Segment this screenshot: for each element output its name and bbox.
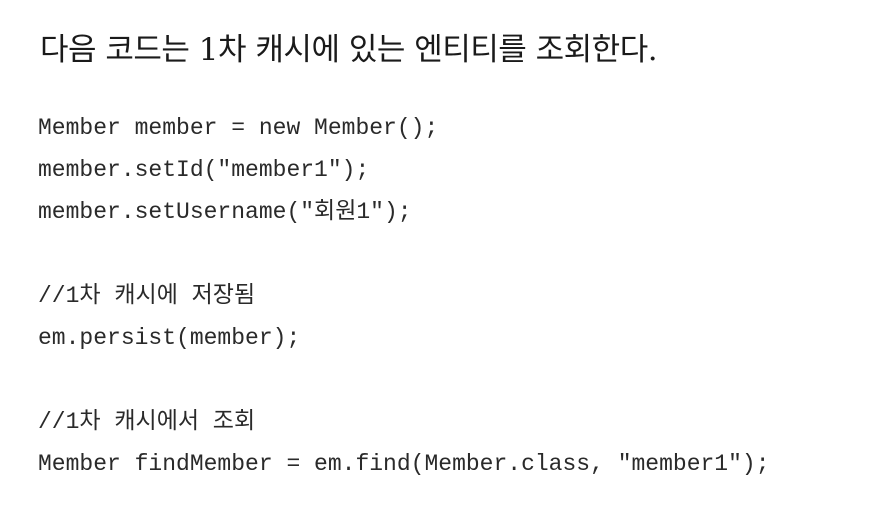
slide-heading: 다음 코드는 1차 캐시에 있는 엔티티를 조회한다. (40, 32, 658, 68)
code-line-set-username: member.setUsername("회원1"); (38, 199, 412, 225)
code-line-set-id: member.setId("member1"); (38, 157, 370, 183)
code-line-find-member: Member findMember = em.find(Member.class… (38, 451, 770, 477)
code-comment-saved-in-cache: //1차 캐시에 저장됨 (38, 283, 256, 309)
code-line-persist: em.persist(member); (38, 325, 301, 351)
code-comment-lookup-from-cache: //1차 캐시에서 조회 (38, 409, 256, 435)
slide: 다음 코드는 1차 캐시에 있는 엔티티를 조회한다. Member membe… (0, 0, 880, 514)
code-line-create-member: Member member = new Member(); (38, 115, 439, 141)
